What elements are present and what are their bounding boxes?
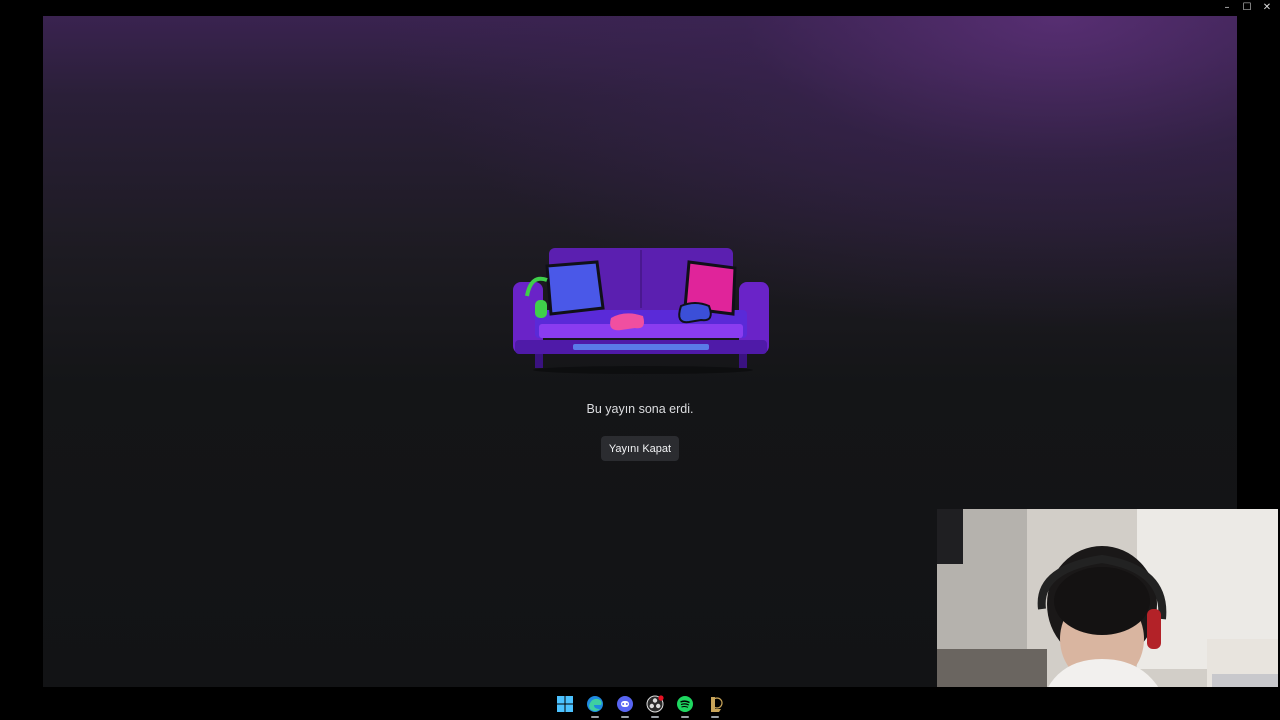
edge-browser-icon[interactable]: [585, 694, 605, 718]
running-indicator: [621, 716, 629, 718]
close-stream-button[interactable]: Yayını Kapat: [601, 436, 679, 461]
stream-ended-message: Bu yayın sona erdi.: [586, 402, 694, 416]
window-controls: – ☐ ✕: [1218, 0, 1276, 16]
sofa-illustration: [513, 248, 769, 374]
obs-icon[interactable]: [645, 694, 665, 718]
running-indicator: [681, 716, 689, 718]
minimize-button[interactable]: –: [1218, 0, 1236, 16]
league-client-icon[interactable]: [705, 694, 725, 718]
discord-icon[interactable]: [615, 694, 635, 718]
window-titlebar: [0, 0, 1280, 16]
running-indicator: [651, 716, 659, 718]
maximize-button[interactable]: ☐: [1238, 0, 1256, 16]
running-indicator: [591, 716, 599, 718]
running-indicator: [711, 716, 719, 718]
windows-start-icon[interactable]: [555, 694, 575, 714]
left-letterbox: [0, 16, 43, 687]
taskbar-apps: [555, 694, 725, 718]
close-window-button[interactable]: ✕: [1258, 0, 1276, 16]
spotify-icon[interactable]: [675, 694, 695, 718]
